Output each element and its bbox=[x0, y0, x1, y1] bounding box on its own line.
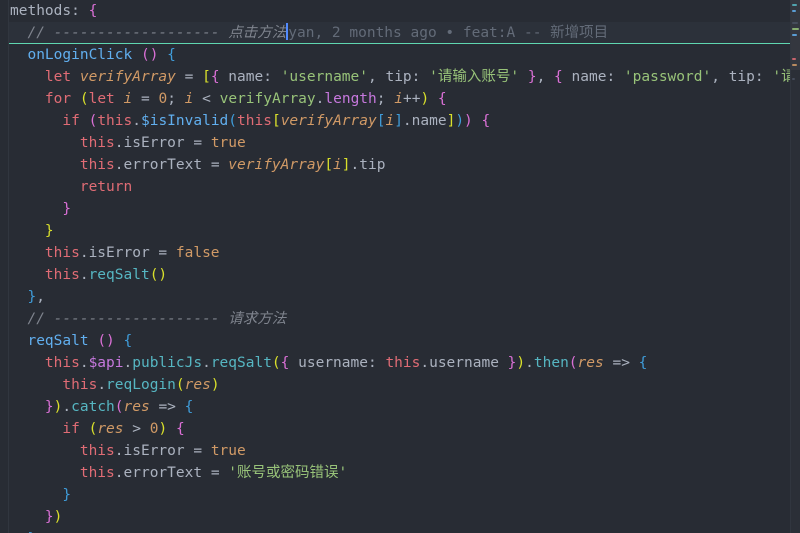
code-line[interactable]: this.reqSalt() bbox=[0, 264, 790, 286]
code-line[interactable]: if (res > 0) { bbox=[0, 418, 790, 440]
code-line[interactable]: this.$api.publicJs.reqSalt({ username: t… bbox=[0, 352, 790, 374]
minimap-row bbox=[792, 4, 797, 6]
code-line[interactable]: this.isError = true bbox=[0, 440, 790, 462]
code-line[interactable]: // ------------------- 请求方法 bbox=[0, 308, 790, 330]
code-line[interactable]: }) bbox=[0, 506, 790, 528]
code-line[interactable]: reqSalt () { bbox=[0, 330, 790, 352]
code-line[interactable]: for (let i = 0; i < verifyArray.length; … bbox=[0, 88, 790, 110]
code-line[interactable]: let verifyArray = [{ name: 'username', t… bbox=[0, 66, 790, 88]
code-line[interactable]: this.isError = false bbox=[0, 242, 790, 264]
code-line[interactable]: } bbox=[0, 220, 790, 242]
minimap-row bbox=[792, 34, 797, 36]
minimap-row bbox=[792, 58, 796, 60]
code-line[interactable]: this.isError = true bbox=[0, 132, 790, 154]
code-line[interactable]: }, bbox=[0, 286, 790, 308]
minimap-row bbox=[792, 64, 797, 66]
minimap-row bbox=[792, 28, 799, 30]
code-line[interactable]: onLoginClick () { bbox=[0, 44, 790, 66]
code-line[interactable]: this.errorText = '账号或密码错误' bbox=[0, 462, 790, 484]
minimap[interactable] bbox=[790, 0, 800, 533]
code-editor[interactable]: methods: { // ------------------- 点击方法ya… bbox=[0, 0, 800, 533]
minimap-row bbox=[792, 78, 795, 80]
code-line[interactable]: }).catch(res => { bbox=[0, 396, 790, 418]
code-line[interactable]: this.errorText = verifyArray[i].tip bbox=[0, 154, 790, 176]
code-content[interactable]: methods: { // ------------------- 点击方法ya… bbox=[0, 0, 790, 533]
minimap-row bbox=[792, 22, 798, 24]
code-line[interactable]: }, bbox=[0, 528, 790, 533]
git-blame-annotation[interactable]: yan, 2 months ago • feat:A -- 新增项目 bbox=[288, 25, 608, 41]
code-line[interactable]: } bbox=[0, 198, 790, 220]
code-line-active[interactable]: // ------------------- 点击方法yan, 2 months… bbox=[0, 22, 790, 44]
editor-left-gutter bbox=[0, 0, 9, 533]
code-line[interactable]: } bbox=[0, 484, 790, 506]
code-line[interactable]: this.reqLogin(res) bbox=[0, 374, 790, 396]
minimap-row bbox=[792, 10, 796, 12]
code-line[interactable]: return bbox=[0, 176, 790, 198]
code-line[interactable]: methods: { bbox=[0, 0, 790, 22]
code-line[interactable]: if (this.$isInvalid(this[verifyArray[i].… bbox=[0, 110, 790, 132]
